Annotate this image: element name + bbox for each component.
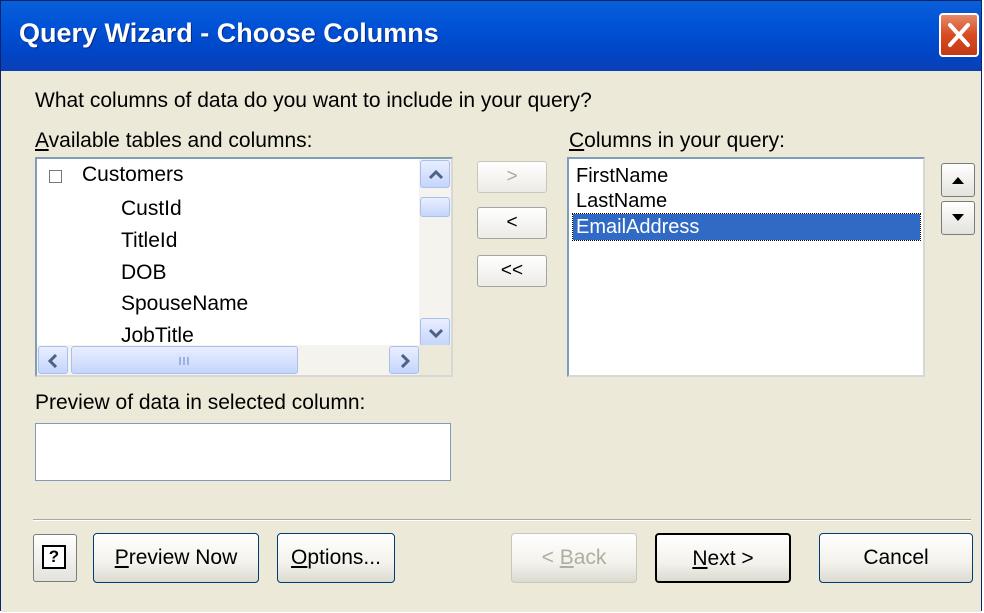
next-rest: ext >: [707, 547, 754, 570]
dialog-body: What columns of data do you want to incl…: [1, 71, 981, 612]
triangle-up-icon: [952, 177, 964, 184]
preview-label: Preview of data in selected column:: [35, 391, 366, 414]
scroll-left-button[interactable]: [38, 346, 68, 374]
scroll-down-button[interactable]: [420, 318, 450, 346]
tree-column-titleid[interactable]: TitleId: [121, 229, 177, 253]
remove-column-button[interactable]: <: [477, 207, 547, 239]
back-accel: B: [559, 546, 574, 569]
query-column-item[interactable]: LastName: [573, 188, 920, 214]
close-icon: [948, 23, 970, 47]
tree-table-customers[interactable]: Customers: [82, 163, 184, 187]
move-up-button[interactable]: [941, 163, 975, 197]
available-label: Available tables and columns:: [35, 129, 312, 153]
back-prefix: <: [541, 546, 560, 569]
horizontal-scroll-thumb[interactable]: [71, 346, 298, 374]
available-label-accel: A: [35, 129, 49, 152]
chevron-up-icon: [428, 169, 444, 180]
back-button[interactable]: < Back: [511, 533, 637, 583]
query-label-rest: olumns in your query:: [584, 129, 785, 152]
next-accel: N: [692, 547, 708, 570]
tree-column-spousename[interactable]: SpouseName: [121, 292, 248, 316]
vertical-scrollbar[interactable]: [419, 159, 451, 347]
options-accel: O: [291, 546, 308, 569]
help-icon: ?: [42, 545, 66, 569]
tree-column-dob[interactable]: DOB: [121, 261, 167, 285]
tree-column-custid[interactable]: CustId: [121, 197, 182, 221]
query-wizard-dialog: Query Wizard - Choose Columns What colum…: [0, 0, 982, 612]
scroll-right-button[interactable]: [389, 346, 419, 374]
horizontal-scrollbar[interactable]: [37, 345, 451, 375]
options-rest: ptions...: [307, 546, 381, 569]
options-button[interactable]: Options...: [277, 533, 395, 583]
prompt-text: What columns of data do you want to incl…: [35, 89, 592, 112]
move-down-button[interactable]: [941, 201, 975, 235]
back-rest: ack: [573, 546, 607, 569]
chevron-down-icon: [428, 328, 444, 339]
scroll-thumb[interactable]: [420, 197, 450, 217]
preview-now-button[interactable]: Preview Now: [93, 533, 259, 583]
query-column-item[interactable]: FirstName: [573, 163, 920, 189]
triangle-down-icon: [952, 214, 964, 221]
title-bar[interactable]: Query Wizard - Choose Columns: [1, 1, 981, 71]
add-column-button[interactable]: >: [477, 161, 547, 193]
preview-data-box: [35, 423, 451, 481]
remove-all-columns-button[interactable]: <<: [477, 255, 547, 287]
scroll-up-button[interactable]: [420, 160, 450, 188]
chevron-left-icon: [47, 354, 58, 368]
grip-icon: [179, 357, 189, 365]
preview-now-accel: P: [114, 546, 129, 569]
available-columns-tree[interactable]: Customers CustId TitleId DOB SpouseName …: [35, 157, 453, 377]
scroll-corner: [419, 345, 451, 375]
query-column-item-selected[interactable]: EmailAddress: [572, 213, 921, 241]
help-button[interactable]: ?: [33, 534, 77, 582]
query-columns-list[interactable]: FirstName LastName EmailAddress: [567, 157, 925, 377]
available-label-rest: vailable tables and columns:: [48, 129, 313, 152]
next-button[interactable]: Next >: [655, 533, 791, 583]
chevron-right-icon: [400, 354, 411, 368]
query-label-accel: C: [569, 129, 585, 152]
query-columns-label: Columns in your query:: [569, 129, 785, 153]
window-title: Query Wizard - Choose Columns: [19, 18, 439, 48]
expand-box[interactable]: [49, 170, 62, 183]
preview-now-rest: review Now: [128, 546, 238, 569]
cancel-button[interactable]: Cancel: [819, 533, 973, 583]
close-button[interactable]: [939, 13, 979, 57]
separator: [33, 519, 971, 521]
